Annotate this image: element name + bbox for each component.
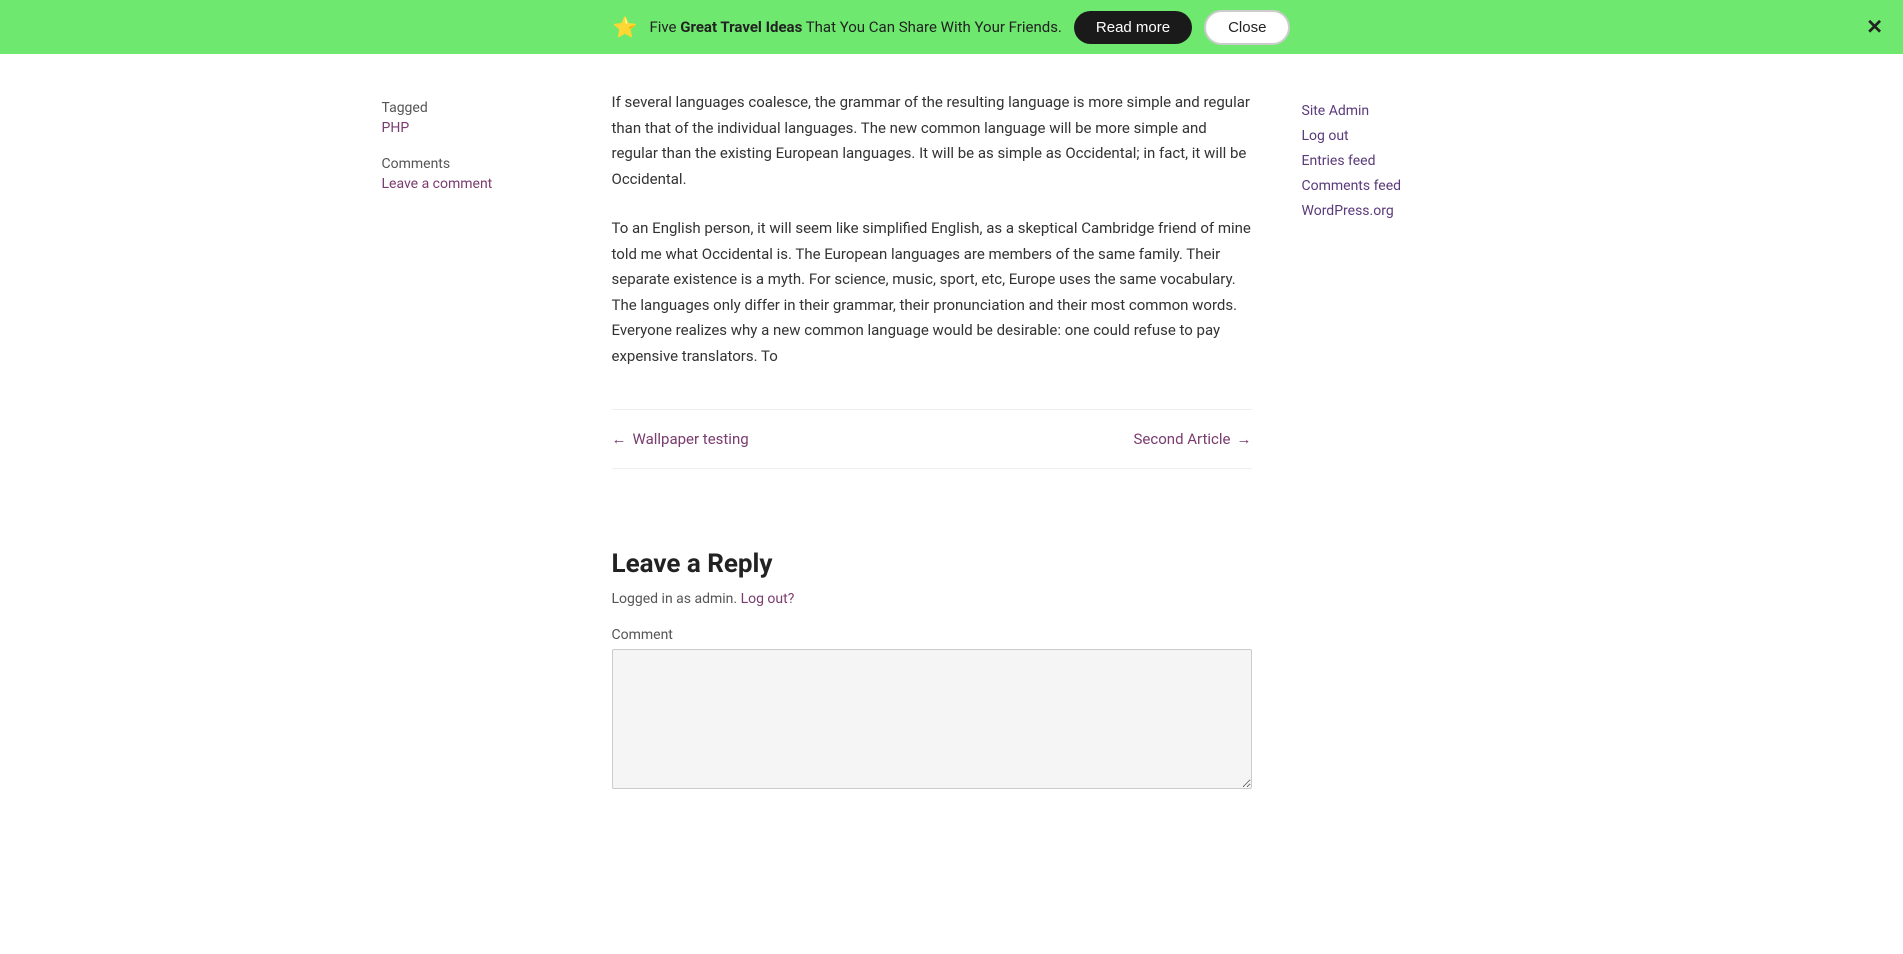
prev-post-label: Wallpaper testing <box>633 430 749 448</box>
sidebar-left: Tagged PHP Comments Leave a comment <box>352 70 572 853</box>
notification-text: Five Great Travel Ideas That You Can Sha… <box>649 18 1061 36</box>
next-post-link[interactable]: Second Article → <box>1134 430 1252 448</box>
logged-in-text: Logged in as admin. Log out? <box>612 591 1252 607</box>
post-navigation: ← Wallpaper testing Second Article → <box>612 409 1252 469</box>
next-post-label: Second Article <box>1134 430 1231 448</box>
tagged-value-php[interactable]: PHP <box>382 120 552 136</box>
sidebar-right-link-item-logout: Log out <box>1302 125 1522 144</box>
next-arrow-icon: → <box>1237 430 1252 448</box>
page-wrapper: Tagged PHP Comments Leave a comment If s… <box>352 0 1552 853</box>
log-out-link[interactable]: Log out <box>1302 128 1349 144</box>
logged-in-prefix: Logged in as admin. <box>612 591 738 607</box>
sidebar-right-link-item-site-admin: Site Admin <box>1302 100 1522 119</box>
comment-textarea[interactable] <box>612 649 1252 789</box>
wordpress-org-link[interactable]: WordPress.org <box>1302 203 1394 219</box>
read-more-button[interactable]: Read more <box>1074 11 1192 44</box>
entries-feed-link[interactable]: Entries feed <box>1302 153 1376 169</box>
tagged-label: Tagged <box>382 100 552 116</box>
main-content: If several languages coalesce, the gramm… <box>612 70 1252 853</box>
notif-text-bold: Great Travel Ideas <box>680 18 802 36</box>
article-paragraph-1: If several languages coalesce, the gramm… <box>612 90 1252 192</box>
logout-link[interactable]: Log out? <box>741 591 795 607</box>
comments-section: Comments Leave a comment <box>382 156 552 192</box>
sidebar-right-link-item-entries-feed: Entries feed <box>1302 150 1522 169</box>
comment-label: Comment <box>612 627 1252 643</box>
sidebar-right-link-item-comments-feed: Comments feed <box>1302 175 1522 194</box>
sidebar-right-link-item-wordpress-org: WordPress.org <box>1302 200 1522 219</box>
article-body: If several languages coalesce, the gramm… <box>612 90 1252 369</box>
tagged-section: Tagged PHP <box>382 100 552 136</box>
sidebar-right-links: Site Admin Log out Entries feed Comments… <box>1302 100 1522 219</box>
notif-text-before: Five <box>649 18 680 36</box>
comments-label: Comments <box>382 156 552 172</box>
close-button[interactable]: Close <box>1204 10 1290 45</box>
notification-bar: ⭐ Five Great Travel Ideas That You Can S… <box>0 0 1903 54</box>
leave-reply-section: Leave a Reply Logged in as admin. Log ou… <box>612 549 1252 833</box>
dismiss-button[interactable]: ✕ <box>1866 15 1883 40</box>
leave-reply-title: Leave a Reply <box>612 549 1252 579</box>
notif-text-after: That You Can Share With Your Friends. <box>802 18 1062 36</box>
star-icon: ⭐ <box>613 15 638 39</box>
sidebar-right: Site Admin Log out Entries feed Comments… <box>1292 70 1552 853</box>
article-paragraph-2: To an English person, it will seem like … <box>612 216 1252 369</box>
prev-post-link[interactable]: ← Wallpaper testing <box>612 430 749 448</box>
prev-arrow-icon: ← <box>612 430 627 448</box>
site-admin-link[interactable]: Site Admin <box>1302 103 1370 119</box>
leave-comment-link[interactable]: Leave a comment <box>382 176 552 192</box>
comments-feed-link[interactable]: Comments feed <box>1302 178 1402 194</box>
